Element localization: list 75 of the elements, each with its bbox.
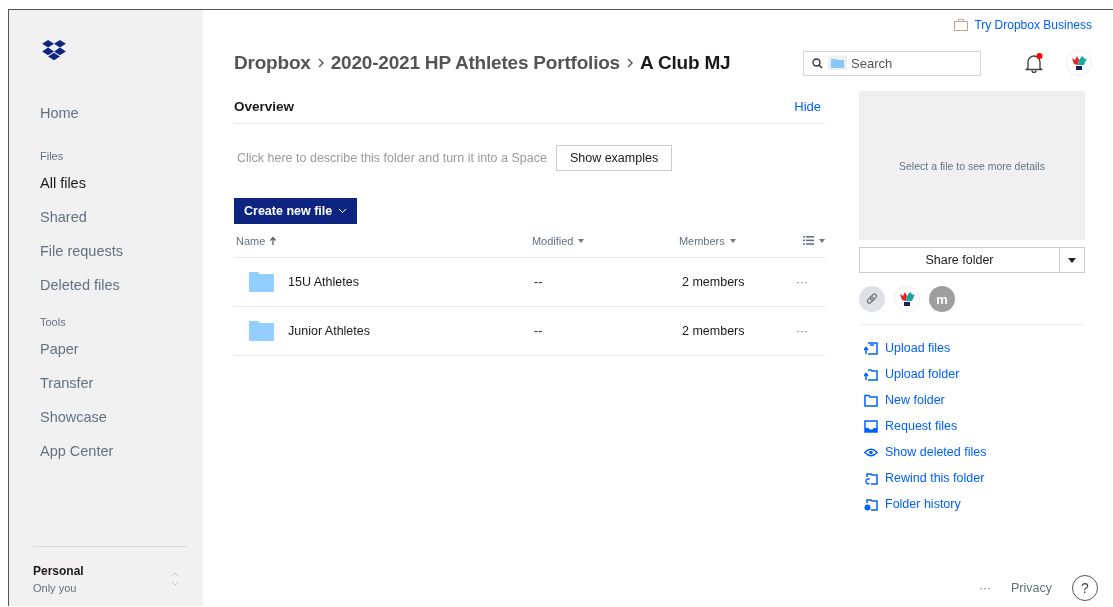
logo-icon[interactable]	[41, 40, 67, 62]
avatar-icon[interactable]	[1066, 50, 1092, 76]
search-icon	[812, 57, 823, 69]
inbox-icon	[864, 419, 878, 433]
hide-link[interactable]: Hide	[794, 99, 821, 114]
more-button[interactable]: ···	[973, 580, 997, 596]
table-cell: 2 members	[682, 324, 745, 338]
sort-arrow-icon	[270, 236, 277, 245]
action-link[interactable]: Upload files	[864, 335, 951, 361]
chevron-icon	[317, 58, 324, 68]
table-cell: --	[534, 275, 543, 289]
breadcrumb[interactable]: 2020-2021 HP Athletes Portfolios	[330, 52, 620, 74]
folder-icon	[864, 393, 878, 407]
sidebar-item[interactable]: Transfer	[40, 366, 94, 400]
member-avatar[interactable]: m	[929, 286, 955, 312]
sidebar-item[interactable]: File requests	[40, 234, 123, 268]
search-field[interactable]: Search	[803, 50, 981, 76]
caret-icon	[1068, 257, 1076, 263]
details-placeholder: Select a file to see more details	[899, 159, 1045, 172]
upload-folder-icon	[864, 367, 878, 381]
sidebar-item[interactable]: Paper	[40, 332, 79, 366]
action-link[interactable]: Show deleted files	[864, 439, 987, 465]
column-header[interactable]: Modified	[531, 234, 574, 247]
privacy-link[interactable]: Privacy	[1011, 581, 1052, 595]
table-cell: --	[534, 324, 543, 338]
folder-name[interactable]: 15U Athletes	[288, 275, 359, 289]
sidebar-item[interactable]: App Center	[40, 434, 114, 468]
action-link[interactable]: Rewind this folder	[864, 465, 985, 491]
action-link[interactable]: Request files	[864, 413, 958, 439]
folder-icon	[831, 57, 844, 68]
share-folder-button[interactable]: Share folder	[859, 247, 1060, 273]
switch-account-icon[interactable]	[171, 571, 179, 587]
column-header[interactable]: Members	[678, 234, 725, 247]
folder-description-prompt[interactable]: Click here to describe this folder and turn it into a Space	[237, 151, 547, 165]
sidebar-item[interactable]: Deleted files	[40, 268, 120, 302]
folder-icon	[249, 321, 274, 341]
sidebar-item[interactable]: Home	[40, 96, 79, 130]
folder-name[interactable]: Junior Athletes	[288, 324, 370, 338]
breadcrumb[interactable]: Dropbox	[234, 52, 311, 74]
table-cell: 2 members	[682, 275, 745, 289]
more-button[interactable]: ···	[792, 324, 812, 338]
sidebar-section-label: Files	[40, 150, 65, 162]
account-subtitle: Only you	[33, 582, 78, 594]
caret-icon	[729, 238, 736, 243]
bell-icon[interactable]	[1025, 53, 1043, 73]
sidebar-item[interactable]: Showcase	[40, 400, 107, 434]
sidebar-section-label: Tools	[40, 316, 67, 328]
rewind-icon	[864, 471, 878, 485]
caret-icon	[819, 238, 825, 243]
caret-icon	[578, 238, 585, 243]
try-business-link[interactable]: Try Dropbox Business	[974, 18, 1092, 32]
create-new-file-button[interactable]: Create new file	[234, 198, 358, 224]
folder-icon	[249, 272, 274, 292]
more-button[interactable]: ···	[792, 275, 812, 289]
caret-icon	[338, 208, 348, 214]
action-link[interactable]: New folder	[864, 387, 945, 413]
show-examples-button[interactable]: Show examples	[555, 145, 673, 171]
upload-file-icon	[864, 341, 878, 355]
section-title: Overview	[234, 99, 295, 114]
history-icon	[864, 497, 878, 511]
briefcase-icon	[954, 19, 969, 31]
column-header[interactable]: Name	[236, 234, 266, 247]
details-panel[interactable]: Select a file to see more details	[859, 91, 1085, 240]
sidebar-item[interactable]: Shared	[40, 200, 87, 234]
help-button[interactable]: ?	[1072, 575, 1098, 601]
account-name: Personal	[33, 564, 84, 578]
chevron-icon	[627, 58, 633, 68]
avatar-icon[interactable]	[894, 286, 920, 312]
action-link[interactable]: Folder history	[864, 491, 961, 517]
list-view-icon[interactable]	[803, 236, 814, 245]
share-dropdown-button[interactable]	[1060, 247, 1085, 273]
action-link[interactable]: Upload folder	[864, 361, 960, 387]
breadcrumb[interactable]: A Club MJ	[640, 52, 731, 74]
link-icon[interactable]	[859, 286, 885, 312]
sidebar-item[interactable]: All files	[40, 166, 86, 200]
